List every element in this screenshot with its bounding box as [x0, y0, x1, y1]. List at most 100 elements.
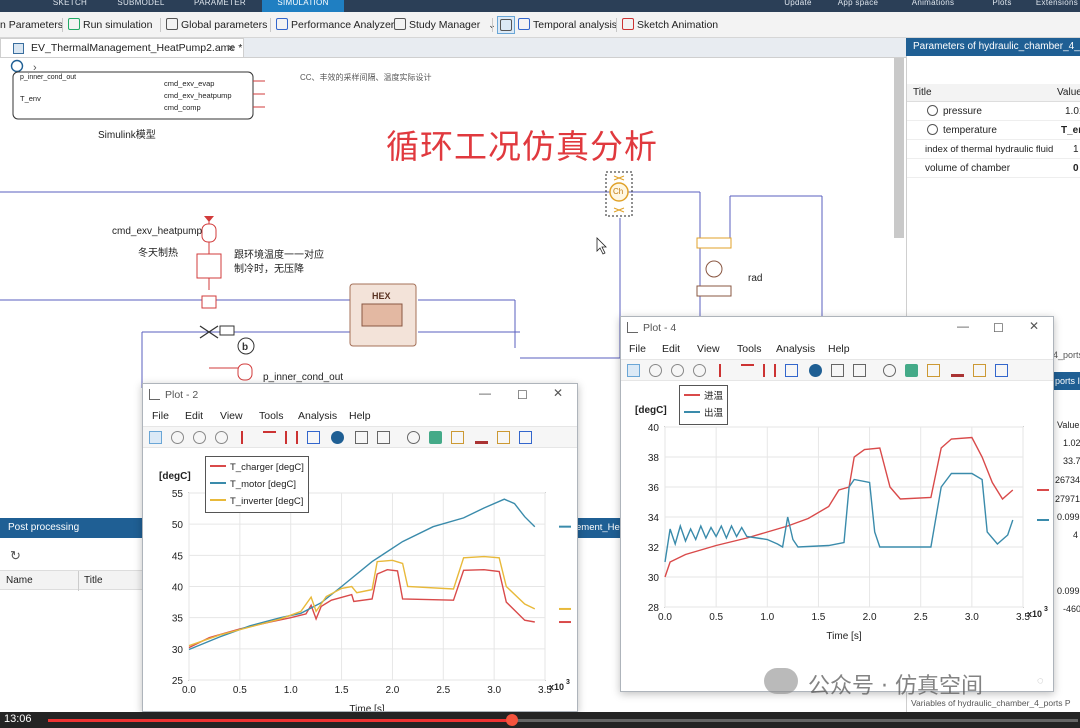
plot-4-window[interactable]: Plot - 4 — ☐ ✕ File Edit View Tools Anal… — [620, 316, 1054, 692]
fill-icon[interactable] — [927, 364, 940, 377]
zoom-out-icon[interactable] — [215, 431, 228, 444]
radiator-top-block[interactable] — [696, 237, 732, 249]
crosshair-icon[interactable] — [263, 431, 276, 444]
study-manager-button[interactable]: Study Manager⌄ — [394, 16, 496, 34]
star-icon[interactable] — [429, 431, 442, 444]
update-menu[interactable]: Update — [776, 0, 820, 12]
table-row[interactable]: temperature T_env — [907, 121, 1080, 140]
legend-label: T_inverter [degC] — [230, 496, 304, 507]
fill-icon[interactable] — [451, 431, 464, 444]
export-icon[interactable] — [973, 364, 986, 377]
app-space-menu[interactable]: App space — [830, 0, 886, 12]
wechat-logo-icon — [764, 668, 798, 694]
home-icon[interactable] — [10, 59, 24, 73]
temporal-analysis-button[interactable]: Temporal analysis — [518, 16, 617, 34]
menu-edit[interactable]: Edit — [662, 339, 680, 359]
video-progress-bar[interactable]: 13:06 — [0, 712, 1080, 728]
table-icon[interactable] — [355, 431, 368, 444]
title-column-header[interactable]: Title — [84, 575, 103, 586]
step-icon[interactable] — [307, 431, 320, 444]
converter-block[interactable] — [201, 295, 217, 309]
tab-sketch[interactable]: SKETCH — [40, 0, 100, 12]
temporal-history-button[interactable] — [497, 16, 515, 34]
maximize-icon[interactable]: ☐ — [517, 388, 528, 402]
x-axis-label: Time [s] — [349, 704, 384, 711]
plots-menu[interactable]: Plots — [984, 0, 1020, 12]
video-scrubber[interactable] — [505, 714, 518, 726]
animations-menu[interactable]: Animations — [900, 0, 966, 12]
crosshair-icon[interactable] — [741, 364, 754, 377]
cursor-tool-icon[interactable] — [241, 431, 254, 444]
histogram-icon[interactable] — [951, 364, 964, 377]
minimize-icon[interactable]: — — [479, 386, 491, 400]
fan-icon[interactable] — [705, 260, 723, 278]
step-icon[interactable] — [785, 364, 798, 377]
record-icon[interactable] — [809, 364, 822, 377]
radiator-bottom-block[interactable] — [696, 285, 732, 297]
close-icon[interactable]: ✕ — [553, 386, 563, 400]
sketch-animation-button[interactable]: Sketch Animation — [622, 16, 718, 34]
document-tab[interactable]: EV_ThermalManagement_HeatPump2.ame * × — [0, 38, 244, 57]
post-processing-panel: ↻ Name Title — [0, 518, 146, 718]
menu-help[interactable]: Help — [828, 339, 850, 359]
plot-4-chart[interactable]: 0.0 0.5 1.0 1.5 2.0 2.5 3.0 3.528303234363840[d… — [621, 381, 1053, 691]
layout-icon[interactable] — [853, 364, 866, 377]
select-tool-icon[interactable] — [627, 364, 640, 377]
zoom-box-icon[interactable] — [649, 364, 662, 377]
menu-view[interactable]: View — [697, 339, 720, 359]
export-icon[interactable] — [497, 431, 510, 444]
parameters-button[interactable]: n Parameters — [0, 16, 63, 34]
canvas-scrollbar[interactable] — [894, 58, 904, 238]
refresh-icon[interactable]: ↻ — [10, 548, 21, 564]
minimize-icon[interactable]: — — [957, 319, 969, 333]
performance-analyzer-button[interactable]: Performance Analyzer — [276, 16, 394, 34]
double-cursor-icon[interactable] — [285, 431, 298, 444]
refresh-plot-icon[interactable] — [883, 364, 896, 377]
plot-2-window[interactable]: Plot - 2 — ☐ ✕ File Edit View Tools Anal… — [142, 383, 578, 712]
menu-edit[interactable]: Edit — [185, 406, 203, 426]
extensions-menu[interactable]: Extensions — [1034, 0, 1080, 12]
resize-grip-icon[interactable]: ◌ — [1037, 675, 1044, 687]
global-parameters-button[interactable]: Global parameters — [166, 16, 267, 34]
menu-help[interactable]: Help — [349, 406, 371, 426]
layout-icon[interactable] — [377, 431, 390, 444]
settings-plot-icon[interactable] — [519, 431, 532, 444]
maximize-icon[interactable]: ☐ — [993, 321, 1004, 335]
menu-file[interactable]: File — [152, 406, 169, 426]
tab-parameter[interactable]: PARAMETER — [182, 0, 258, 12]
run-simulation-button[interactable]: Run simulation — [68, 16, 152, 34]
lower-tab-label[interactable]: 4_ports — [1053, 350, 1080, 360]
zoom-in-icon[interactable] — [671, 364, 684, 377]
menu-file[interactable]: File — [629, 339, 646, 359]
settings-plot-icon[interactable] — [995, 364, 1008, 377]
record-icon[interactable] — [331, 431, 344, 444]
refresh-plot-icon[interactable] — [407, 431, 420, 444]
zoom-box-icon[interactable] — [171, 431, 184, 444]
menu-tools[interactable]: Tools — [737, 339, 762, 359]
table-row[interactable]: index of thermal hydraulic fluid 1 — [907, 140, 1080, 159]
pressure-output-block[interactable] — [237, 363, 253, 381]
menu-tools[interactable]: Tools — [259, 406, 284, 426]
close-icon[interactable]: × — [227, 40, 235, 55]
table-row[interactable]: volume of chamber 0 — [907, 159, 1080, 178]
pipe-block[interactable] — [219, 325, 235, 336]
double-cursor-icon[interactable] — [763, 364, 776, 377]
table-icon[interactable] — [831, 364, 844, 377]
menu-analysis[interactable]: Analysis — [776, 339, 815, 359]
star-icon[interactable] — [905, 364, 918, 377]
gain-block[interactable] — [196, 253, 222, 279]
zoom-out-icon[interactable] — [693, 364, 706, 377]
menu-view[interactable]: View — [220, 406, 243, 426]
zoom-in-icon[interactable] — [193, 431, 206, 444]
signal-source-block[interactable] — [201, 223, 217, 243]
histogram-icon[interactable] — [475, 431, 488, 444]
tab-submodel[interactable]: SUBMODEL — [104, 0, 178, 12]
tab-simulation[interactable]: SIMULATION — [262, 0, 344, 12]
cursor-tool-icon[interactable] — [719, 364, 732, 377]
select-tool-icon[interactable] — [149, 431, 162, 444]
mid-panel-tab[interactable]: ement_Heat — [576, 518, 626, 538]
table-row[interactable]: pressure 1.01 — [907, 102, 1080, 121]
menu-analysis[interactable]: Analysis — [298, 406, 337, 426]
close-icon[interactable]: ✕ — [1029, 319, 1039, 333]
name-column-header[interactable]: Name — [6, 575, 33, 586]
